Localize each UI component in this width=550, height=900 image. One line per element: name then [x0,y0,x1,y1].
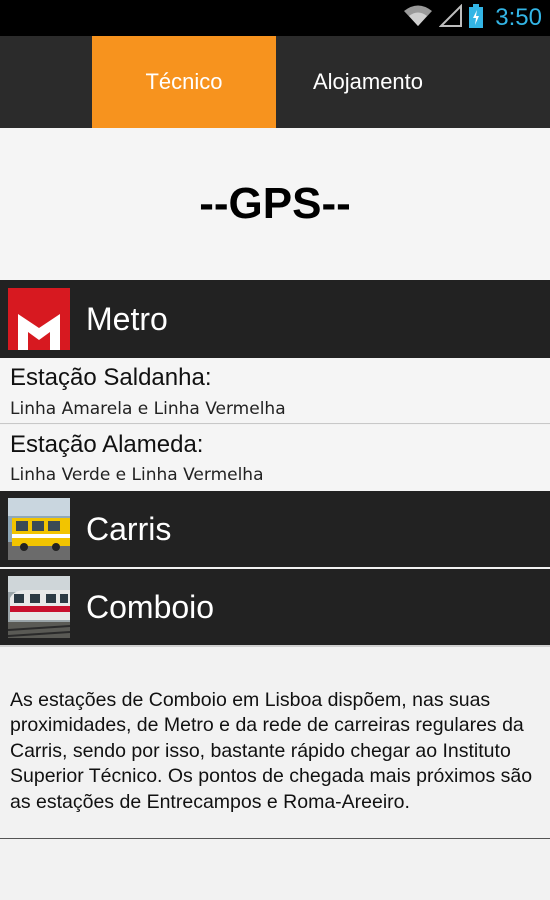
tab-bar: Técnico Alojamento [0,36,550,128]
carris-row[interactable]: Carris [0,491,550,567]
metro-label: Metro [86,300,168,337]
signal-icon [438,3,463,32]
status-bar: 3:50 [0,0,550,36]
station-lines: Linha Amarela e Linha Vermelha [10,399,286,419]
metro-row[interactable]: Metro [0,280,550,358]
page-title: --GPS-- [0,128,550,280]
divider [0,645,550,647]
tab-tecnico[interactable]: Técnico [92,36,276,128]
tab-alojamento[interactable]: Alojamento [276,36,460,128]
battery-icon [469,4,484,32]
divider [0,838,550,839]
bus-photo-icon [8,498,70,560]
station-lines: Linha Verde e Linha Vermelha [10,465,264,485]
station-name: Estação Alameda: [10,431,204,458]
station-name: Estação Saldanha: [10,364,212,391]
clock: 3:50 [495,4,542,31]
description-text: As estações de Comboio em Lisboa dispõem… [10,689,533,813]
metro-logo-icon [8,288,70,350]
status-icons: 3:50 [403,0,542,36]
train-photo-icon [8,576,70,638]
comboio-row[interactable]: Comboio [0,569,550,645]
comboio-label: Comboio [86,588,215,625]
wifi-icon [403,4,433,32]
list-item[interactable]: Estação Saldanha: Linha Amarela e Linha … [0,358,550,424]
list-item[interactable]: Estação Alameda: Linha Verde e Linha Ver… [0,425,550,491]
carris-label: Carris [86,510,172,547]
